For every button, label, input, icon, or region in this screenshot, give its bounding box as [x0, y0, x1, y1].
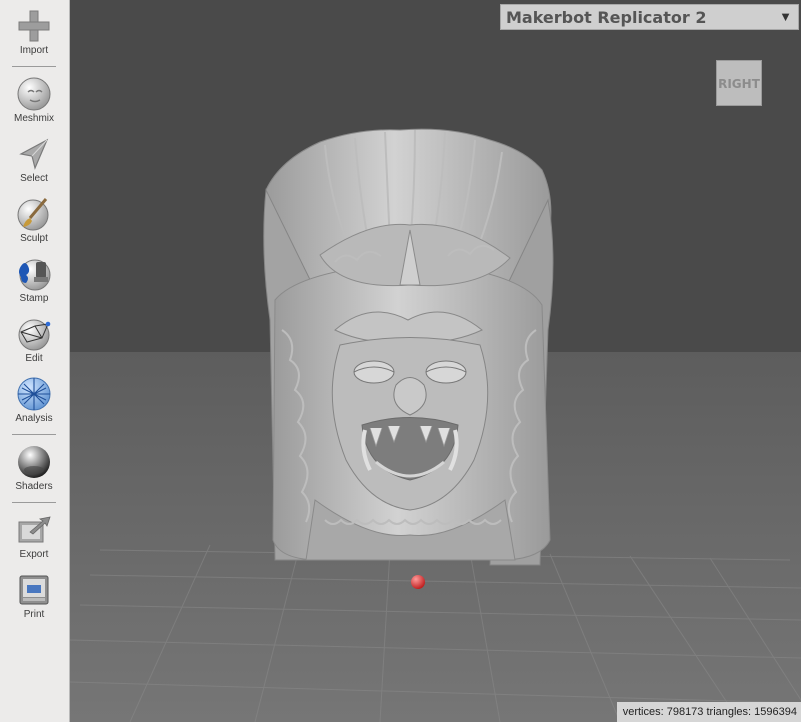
analysis-button[interactable]: Analysis	[2, 376, 66, 424]
sculpt-button[interactable]: Sculpt	[2, 196, 66, 244]
brush-icon	[17, 198, 49, 231]
scene-canvas[interactable]	[70, 0, 801, 722]
print-button[interactable]: Print	[2, 572, 66, 620]
mesh-stats: vertices: 798173 triangles: 1596394	[616, 702, 801, 722]
sphere-face-icon	[17, 77, 51, 111]
mask-model[interactable]	[263, 128, 554, 566]
shaders-label: Shaders	[15, 481, 53, 492]
edit-button[interactable]: Edit	[2, 316, 66, 364]
chrome-sphere-icon	[18, 446, 50, 478]
3d-viewport[interactable]	[70, 0, 801, 722]
select-button[interactable]: Select	[2, 136, 66, 184]
separator	[12, 434, 56, 435]
import-button[interactable]: Import	[2, 8, 66, 56]
export-label: Export	[19, 549, 49, 560]
printer-dropdown[interactable]: Makerbot Replicator 2 ▼	[500, 4, 799, 30]
select-label: Select	[20, 173, 48, 184]
meshmix-label: Meshmix	[13, 113, 54, 124]
export-button[interactable]: Export	[2, 512, 66, 560]
plus-icon	[18, 10, 50, 42]
view-cube[interactable]: RIGHT	[716, 60, 772, 110]
printer-icon	[19, 575, 49, 605]
stamp-icon	[19, 259, 51, 291]
separator	[12, 66, 56, 67]
tool-sidebar: Import Meshmix Select Sculpt Stamp Edit …	[0, 0, 70, 722]
printer-selected-label: Makerbot Replicator 2	[506, 8, 707, 27]
print-label: Print	[23, 609, 45, 620]
shaders-button[interactable]: Shaders	[2, 444, 66, 492]
mesh-edit-icon	[18, 319, 51, 351]
stamp-label: Stamp	[19, 293, 49, 304]
arrow-cursor-icon	[19, 138, 49, 170]
pivot-marker[interactable]	[411, 575, 425, 589]
stamp-button[interactable]: Stamp	[2, 256, 66, 304]
analysis-sphere-icon	[17, 377, 51, 411]
separator	[12, 502, 56, 503]
analysis-label: Analysis	[15, 413, 53, 424]
export-icon	[18, 516, 51, 543]
view-cube-face: RIGHT	[716, 60, 762, 106]
import-label: Import	[19, 45, 49, 56]
edit-label: Edit	[25, 353, 43, 364]
meshmix-button[interactable]: Meshmix	[2, 76, 66, 124]
sculpt-label: Sculpt	[20, 233, 48, 244]
chevron-down-icon: ▼	[779, 9, 792, 24]
